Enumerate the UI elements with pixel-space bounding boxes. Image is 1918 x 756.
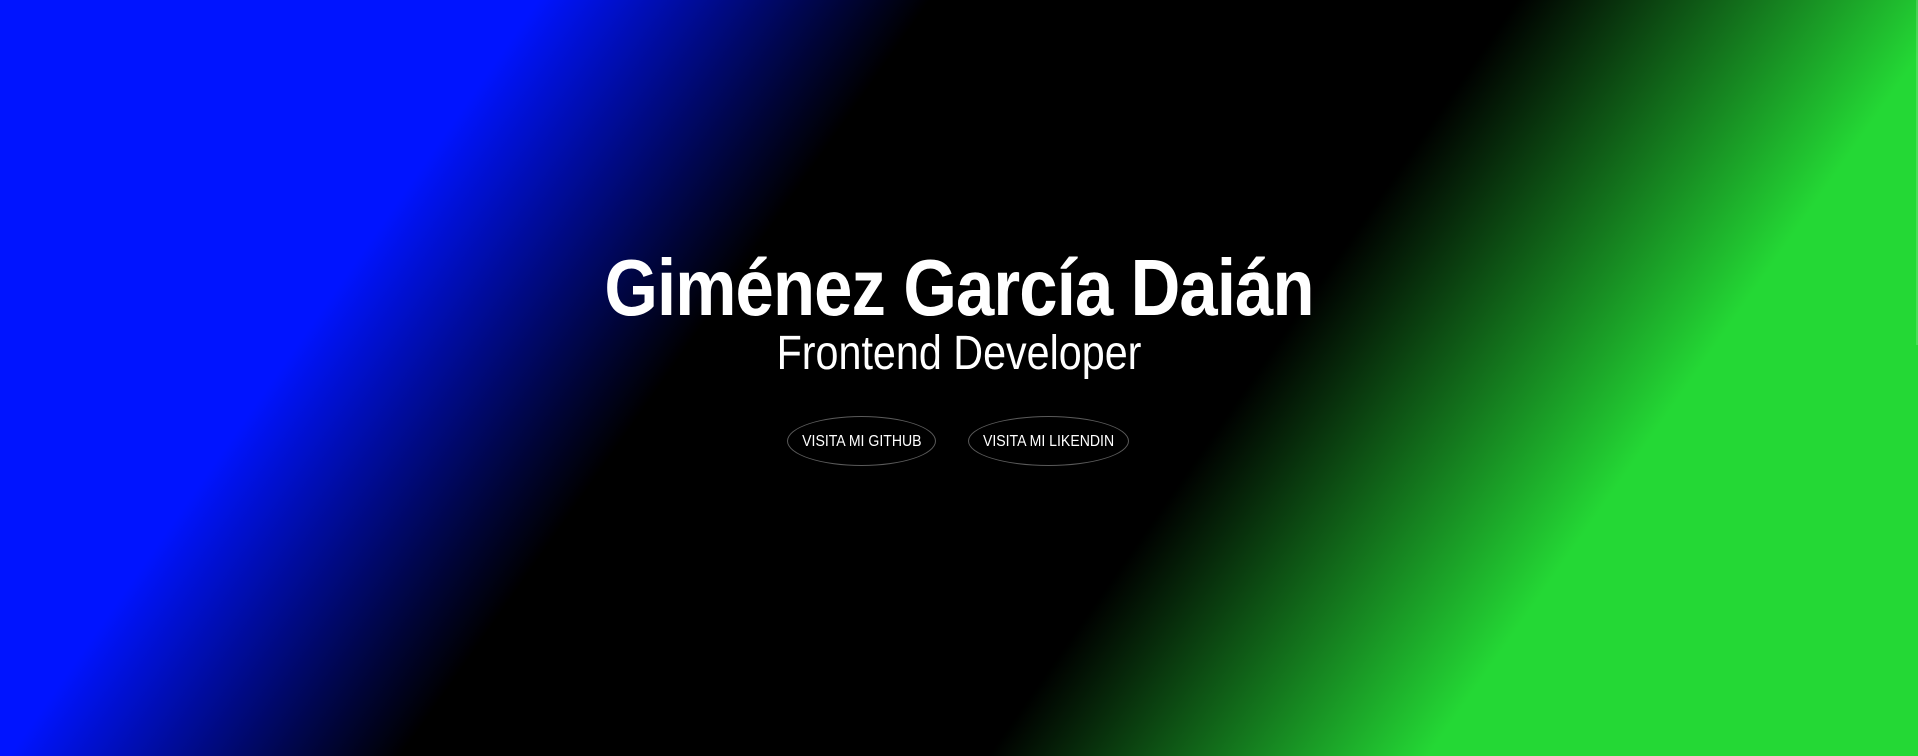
linkedin-button-label: VISITA MI LIKENDIN [982, 433, 1115, 450]
github-button-label: VISITA MI GITHUB [801, 433, 922, 450]
github-button[interactable]: VISITA MI GITHUB [787, 416, 936, 466]
subtitle-role: Frontend Developer [776, 327, 1142, 380]
page-title: Giménez García Daián [604, 243, 1314, 332]
hero-section: Giménez García Daián Frontend Developer … [0, 0, 1918, 756]
linkedin-button[interactable]: VISITA MI LIKENDIN [968, 416, 1129, 466]
